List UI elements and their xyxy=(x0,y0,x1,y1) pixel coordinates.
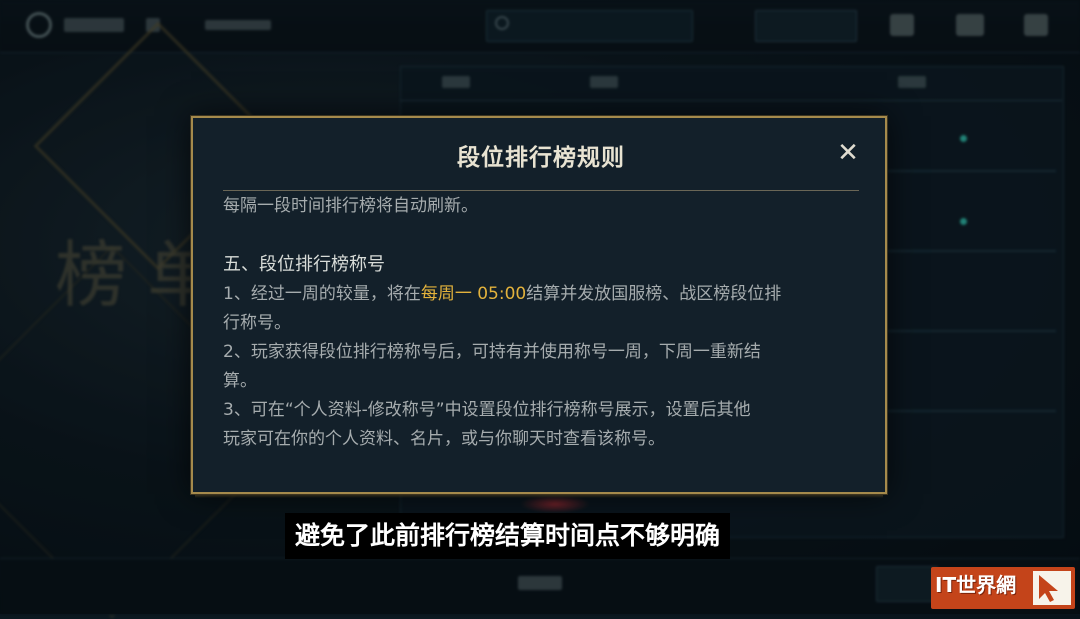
rules-text-scroll-area[interactable]: 每隔一段时间排行榜将自动刷新。 五、段位排行榜称号 1、经过一周的较量，将在每周… xyxy=(223,192,863,454)
rule-item-3-continued: 玩家可在你的个人资料、名片，或与你聊天时查看该称号。 xyxy=(223,429,665,449)
close-icon[interactable]: ✕ xyxy=(833,138,863,168)
rule-item-3: 3、可在“个人资料-修改称号”中设置段位排行榜称号展示，设置后其他 xyxy=(223,400,751,420)
rule-item-2: 2、玩家获得段位排行榜称号后，可持有并使用称号一周，下周一重新结 xyxy=(223,342,761,362)
rule-item-2-continued: 算。 xyxy=(223,371,257,391)
cursor-arrow-icon xyxy=(1033,571,1071,605)
rule-item-1-continued: 行称号。 xyxy=(223,313,291,333)
dialog-title: 段位排行榜规则 xyxy=(457,145,625,171)
rule-item-1-prefix: 1、经过一周的较量，将在 xyxy=(223,284,421,304)
rules-intro-line: 每隔一段时间排行榜将自动刷新。 xyxy=(223,196,478,216)
section-heading: 五、段位排行榜称号 xyxy=(223,254,385,275)
watermark-text: IT世界網 xyxy=(935,573,1017,597)
settlement-time-highlight: 每周一 05:00 xyxy=(420,284,527,304)
rule-item-1-suffix: 结算并发放国服榜、战区榜段位排 xyxy=(526,284,782,304)
video-subtitle: 避免了此前排行榜结算时间点不够明确 xyxy=(285,513,731,559)
rule-item-1: 1、经过一周的较量，将在每周一 05:00结算并发放国服榜、战区榜段位排 xyxy=(223,280,863,309)
site-watermark-logo: IT世界網 xyxy=(931,567,1075,609)
ranking-rules-dialog: 段位排行榜规则 ✕ 每隔一段时间排行榜将自动刷新。 五、段位排行榜称号 1、经过… xyxy=(191,116,887,494)
title-divider xyxy=(223,190,859,191)
